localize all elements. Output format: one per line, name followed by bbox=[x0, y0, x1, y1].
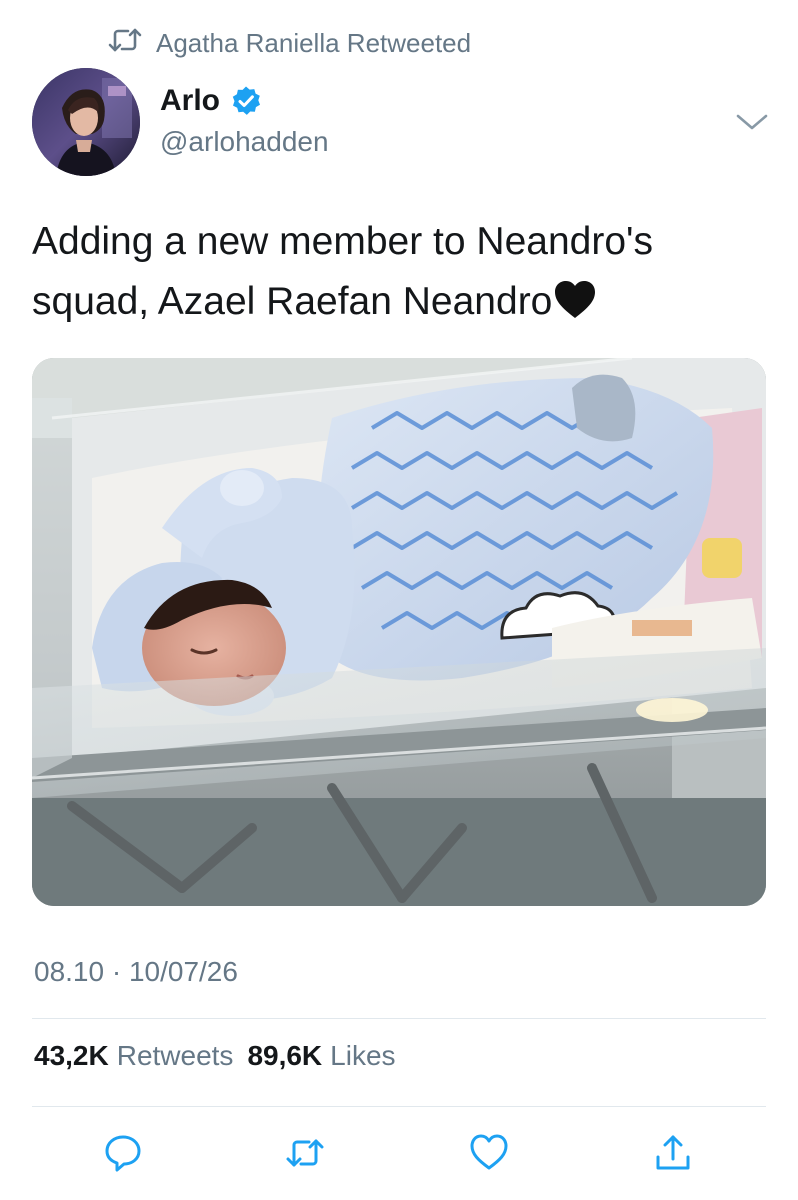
retweet-context-text: Agatha Raniella Retweeted bbox=[156, 27, 472, 58]
author-handle[interactable]: @arlohadden bbox=[160, 126, 329, 158]
author-name[interactable]: Arlo bbox=[160, 84, 220, 118]
reply-button[interactable] bbox=[98, 1128, 148, 1178]
tweet-timestamp: 08.10 · 10/07/26 bbox=[34, 956, 238, 987]
verified-badge-icon bbox=[230, 85, 262, 117]
chevron-down-icon[interactable] bbox=[734, 108, 770, 134]
divider bbox=[32, 1106, 766, 1107]
likes-label[interactable]: Likes bbox=[330, 1040, 395, 1072]
likes-count[interactable]: 89,6K bbox=[247, 1040, 322, 1072]
retweet-icon bbox=[108, 26, 142, 61]
tweet-stats: 43,2K Retweets 89,6K Likes bbox=[34, 1040, 410, 1072]
share-icon bbox=[653, 1133, 693, 1173]
retweets-count[interactable]: 43,2K bbox=[34, 1040, 109, 1072]
heart-icon bbox=[469, 1133, 509, 1173]
retweet-icon bbox=[285, 1133, 325, 1173]
retweet-button[interactable] bbox=[280, 1128, 330, 1178]
black-heart-emoji-icon bbox=[554, 280, 596, 320]
tweet-text: Adding a new member to Neandro's squad, … bbox=[32, 212, 762, 332]
reply-icon bbox=[103, 1133, 143, 1173]
share-button[interactable] bbox=[648, 1128, 698, 1178]
divider bbox=[32, 1018, 766, 1019]
like-button[interactable] bbox=[464, 1128, 514, 1178]
tweet-photo[interactable] bbox=[32, 358, 766, 906]
retweet-context[interactable]: Agatha Raniella Retweeted bbox=[108, 26, 471, 60]
retweets-label[interactable]: Retweets bbox=[117, 1040, 234, 1072]
avatar[interactable] bbox=[32, 68, 140, 176]
action-bar bbox=[0, 1128, 798, 1178]
